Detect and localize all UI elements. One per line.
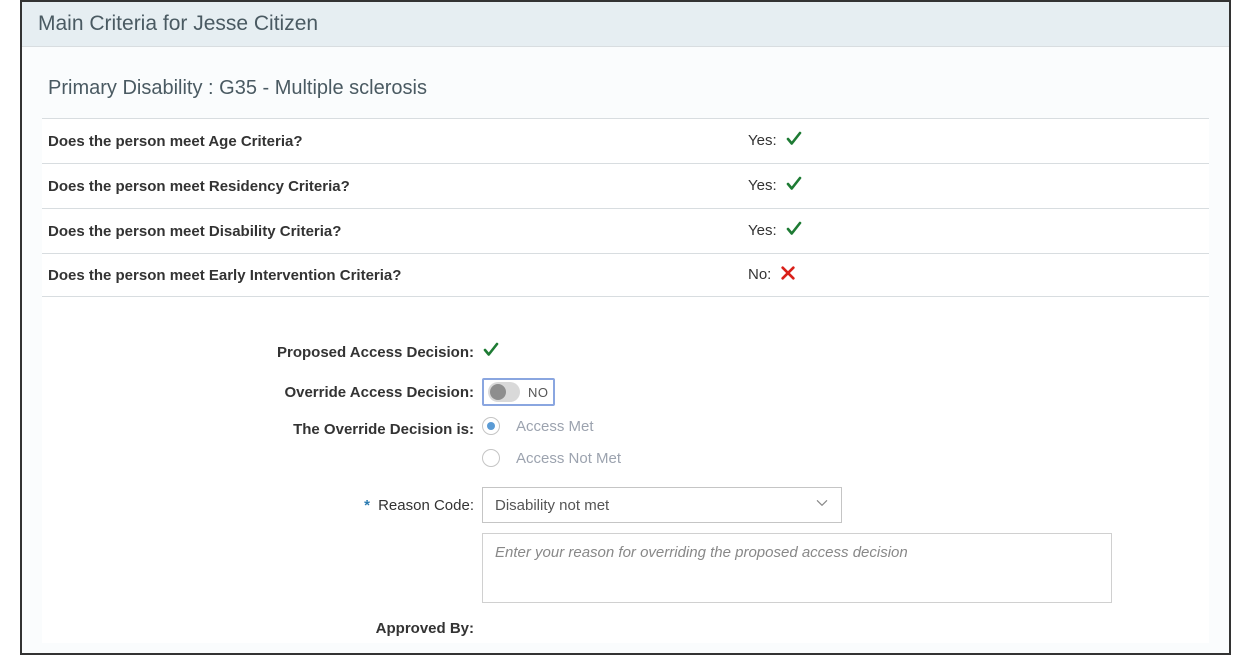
toggle-track	[488, 382, 520, 402]
required-star-icon: *	[364, 497, 370, 514]
override-access-label: Override Access Decision:	[42, 384, 482, 401]
override-decision-is-label: The Override Decision is:	[42, 417, 482, 438]
answer-prefix: No:	[748, 266, 771, 283]
override-access-decision-row: Override Access Decision: NO	[42, 377, 1209, 407]
cross-icon	[780, 265, 796, 285]
panel-title: Main Criteria for Jesse Citizen	[38, 12, 318, 35]
answer-prefix: Yes:	[748, 222, 777, 239]
criteria-row-early-intervention: Does the person meet Early Intervention …	[42, 254, 1209, 297]
reason-code-value: Disability not met	[495, 497, 609, 514]
criteria-question: Does the person meet Early Intervention …	[48, 267, 748, 284]
criteria-question: Does the person meet Residency Criteria?	[48, 178, 748, 195]
override-toggle[interactable]: NO	[482, 378, 555, 406]
radio-label: Access Met	[516, 418, 594, 435]
radio-label: Access Not Met	[516, 450, 621, 467]
criteria-answer: No:	[748, 265, 796, 285]
override-reason-textarea[interactable]: Enter your reason for overriding the pro…	[482, 533, 1112, 603]
reason-text-spacer	[42, 533, 482, 537]
panel-header: Main Criteria for Jesse Citizen	[22, 2, 1229, 47]
reason-text-row: Enter your reason for overriding the pro…	[42, 533, 1209, 603]
criteria-row-residency: Does the person meet Residency Criteria?…	[42, 164, 1209, 209]
chevron-down-icon	[815, 496, 829, 514]
override-decision-options: Access Met Access Not Met	[482, 417, 621, 473]
radio-access-met[interactable]: Access Met	[482, 417, 594, 435]
reason-code-label: * Reason Code:	[42, 497, 482, 514]
primary-disability-text: Primary Disability : G35 - Multiple scle…	[48, 77, 427, 99]
criteria-answer: Yes:	[748, 175, 803, 197]
toggle-knob	[490, 384, 506, 400]
main-criteria-panel: Main Criteria for Jesse Citizen Primary …	[20, 0, 1231, 655]
check-icon	[785, 130, 803, 152]
criteria-question: Does the person meet Age Criteria?	[48, 133, 748, 150]
decision-section: Proposed Access Decision: Override Acces…	[42, 297, 1209, 643]
check-icon	[785, 220, 803, 242]
criteria-question: Does the person meet Disability Criteria…	[48, 223, 748, 240]
approved-by-label: Approved By:	[42, 620, 482, 637]
criteria-answer: Yes:	[748, 130, 803, 152]
radio-icon	[482, 449, 500, 467]
toggle-text: NO	[528, 385, 549, 400]
check-icon	[785, 175, 803, 197]
criteria-row-disability: Does the person meet Disability Criteria…	[42, 209, 1209, 254]
reason-code-row: * Reason Code: Disability not met	[42, 487, 1209, 523]
criteria-row-age: Does the person meet Age Criteria? Yes:	[42, 119, 1209, 164]
check-icon	[482, 341, 500, 364]
reason-code-select[interactable]: Disability not met	[482, 487, 842, 523]
proposed-access-decision-row: Proposed Access Decision:	[42, 337, 1209, 367]
primary-disability: Primary Disability : G35 - Multiple scle…	[42, 77, 1209, 119]
approved-by-row: Approved By:	[42, 613, 1209, 643]
radio-icon	[482, 417, 500, 435]
proposed-access-value	[482, 341, 500, 364]
radio-access-not-met[interactable]: Access Not Met	[482, 449, 621, 467]
override-decision-is-row: The Override Decision is: Access Met Acc…	[42, 417, 1209, 473]
reason-code-label-text: Reason Code:	[378, 497, 474, 514]
answer-prefix: Yes:	[748, 132, 777, 149]
answer-prefix: Yes:	[748, 177, 777, 194]
proposed-access-label: Proposed Access Decision:	[42, 344, 482, 361]
panel-body: Primary Disability : G35 - Multiple scle…	[22, 47, 1229, 653]
criteria-answer: Yes:	[748, 220, 803, 242]
override-reason-placeholder: Enter your reason for overriding the pro…	[495, 544, 908, 561]
